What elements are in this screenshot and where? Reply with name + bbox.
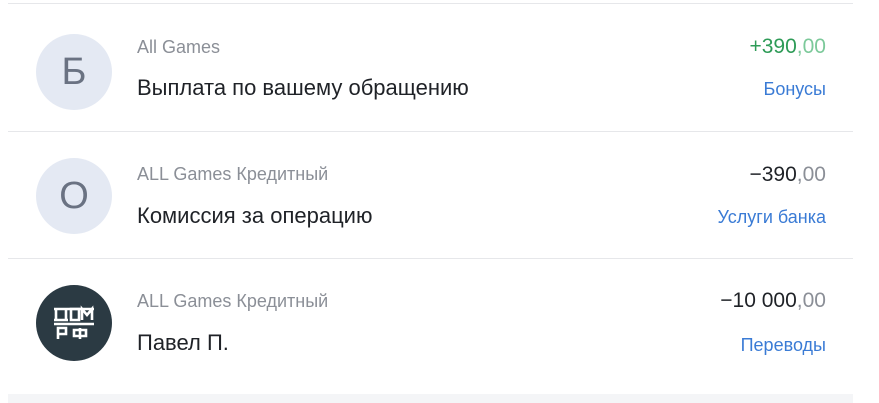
category-link[interactable]: Услуги банка: [718, 207, 826, 228]
transaction-title: Павел П.: [137, 330, 229, 355]
transaction-source: ALL Games Кредитный: [137, 291, 329, 311]
amount-fraction: ,00: [796, 35, 826, 58]
amount-integer: −390: [749, 163, 797, 186]
transaction-title: Комиссия за операцию: [137, 203, 373, 228]
dom-rf-logo-icon: [54, 305, 94, 339]
transaction-source: All Games: [137, 37, 221, 57]
amount-integer: −10 000: [720, 289, 797, 312]
category-link[interactable]: Переводы: [741, 335, 826, 356]
category-link[interactable]: Бонусы: [764, 79, 827, 100]
transaction-amount: −390,00: [749, 163, 826, 187]
avatar: О: [36, 158, 112, 234]
avatar: [36, 285, 112, 361]
transaction-row[interactable]: ALL Games Кредитный Павел П. −10 000,00 …: [8, 259, 853, 386]
transaction-row[interactable]: Б All Games Выплата по вашему обращению …: [8, 4, 853, 131]
avatar: Б: [36, 34, 112, 110]
amount-fraction: ,00: [796, 163, 826, 186]
transaction-list: Б All Games Выплата по вашему обращению …: [8, 0, 853, 403]
amount-fraction: ,00: [796, 289, 826, 312]
transaction-amount: +390,00: [749, 35, 826, 59]
transaction-amount: −10 000,00: [720, 289, 826, 313]
amount-integer: +390: [749, 35, 797, 58]
transaction-title: Выплата по вашему обращению: [137, 75, 469, 100]
list-footer-band: [8, 394, 853, 403]
transaction-source: ALL Games Кредитный: [137, 164, 329, 184]
transaction-row[interactable]: О ALL Games Кредитный Комиссия за операц…: [8, 132, 853, 259]
